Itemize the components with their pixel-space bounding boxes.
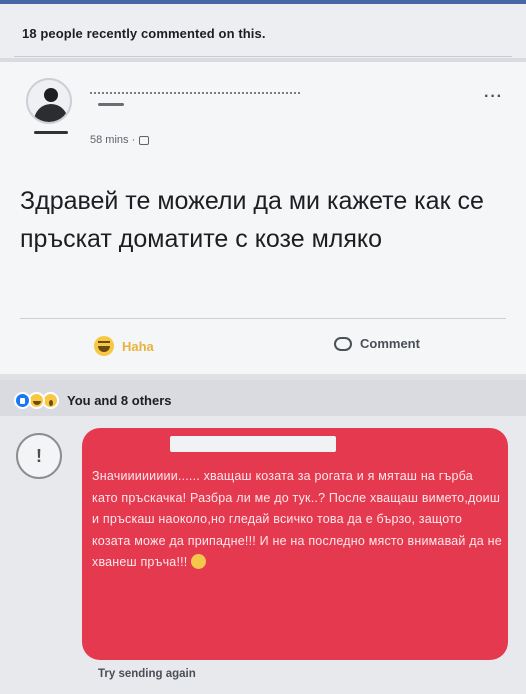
try-sending-again-link[interactable]: Try sending again: [98, 668, 196, 680]
comment-label: Comment: [360, 336, 420, 351]
comment-notice-text: 18 people recently commented on this.: [22, 26, 266, 41]
post-meta: 58 mins ·: [90, 134, 150, 146]
post-text: Здравей те можели да ми кажете как се пр…: [20, 187, 484, 253]
author-name-redacted[interactable]: [90, 92, 300, 96]
comment-body: Значииииииии...... хващаш козата за рога…: [92, 469, 502, 570]
comment-notice-bar: 18 people recently commented on this.: [0, 4, 526, 58]
error-icon[interactable]: !: [16, 433, 62, 479]
wink-emoji-icon: [191, 554, 207, 570]
reaction-label: Haha: [122, 338, 154, 354]
like-reaction-icon: [14, 392, 31, 409]
avatar-head: [44, 88, 58, 102]
haha-reaction-button[interactable]: Haha: [94, 336, 154, 356]
reactions-count-text: You and 8 others: [67, 393, 172, 408]
reactions-summary[interactable]: You and 8 others: [14, 392, 172, 409]
redaction-mark: [34, 131, 68, 134]
comment-text: Значииииииии...... хващаш козата за рога…: [92, 466, 502, 574]
post-divider: [20, 318, 506, 319]
haha-emoji-icon: [94, 336, 114, 356]
error-symbol: !: [36, 445, 42, 466]
post-time[interactable]: 58 mins ·: [90, 134, 135, 146]
commenter-name-redacted: [170, 436, 336, 452]
globe-icon: [139, 135, 150, 145]
avatar-icon[interactable]: [26, 78, 72, 124]
comment-button[interactable]: Comment: [334, 336, 420, 351]
avatar-body: [34, 104, 68, 122]
comment-icon: [334, 336, 352, 351]
author-name-redacted-mark: [98, 103, 124, 106]
more-icon[interactable]: ···: [484, 88, 503, 106]
section-divider: [0, 374, 526, 380]
notice-divider: [14, 56, 512, 57]
